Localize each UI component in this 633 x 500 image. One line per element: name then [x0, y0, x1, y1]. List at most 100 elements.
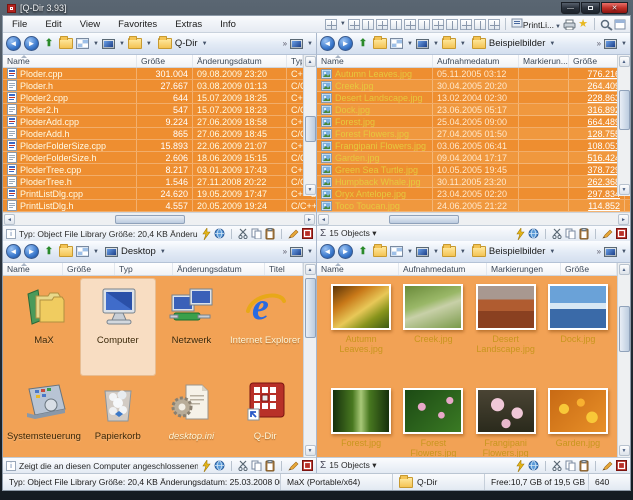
up-icon[interactable]: ⬆: [356, 245, 370, 259]
refresh-globe-icon[interactable]: [528, 460, 539, 471]
network-icon[interactable]: [604, 39, 617, 49]
toolbar-overflow-icon[interactable]: »: [283, 39, 287, 48]
cut-icon[interactable]: [552, 228, 562, 239]
copy-icon[interactable]: [565, 228, 576, 239]
refresh-globe-icon[interactable]: [214, 460, 225, 471]
vertical-scrollbar[interactable]: ▲▼: [617, 263, 630, 457]
column-header-titel[interactable]: Titel: [265, 263, 303, 275]
new-folder-icon[interactable]: [373, 246, 387, 257]
desktop-item-internet-explorer[interactable]: eInternet Explorer: [228, 279, 302, 375]
toolbar-overflow-icon[interactable]: »: [283, 247, 287, 256]
edit-pencil-icon[interactable]: [288, 460, 299, 471]
address-bar-bottom-right[interactable]: Beispielbilder ▼: [469, 245, 558, 258]
thumbnail-list[interactable]: Autumn Leaves.jpgCreek.jpgDesert Landsca…: [317, 276, 630, 457]
network-icon[interactable]: [290, 39, 303, 49]
layout-preset-6-icon[interactable]: [418, 19, 430, 30]
qdir-small-icon[interactable]: [616, 460, 627, 471]
file-row[interactable]: PloderAdd.cpp9.22427.06.2009 18:58C++ So…: [3, 116, 316, 128]
qdir-small-icon[interactable]: [616, 228, 627, 239]
thumbnail-item-autumn[interactable]: Autumn Leaves.jpg: [325, 284, 397, 388]
close-button[interactable]: ✕: [601, 2, 628, 14]
back-icon[interactable]: ◄: [320, 36, 335, 51]
copy-icon[interactable]: [565, 460, 576, 471]
address-bar-top-right[interactable]: Beispielbilder ▼: [469, 37, 558, 50]
desktop-item-q-dir[interactable]: Q-Dir: [228, 375, 302, 457]
file-row[interactable]: Garden.jpg09.04.2004 17:17516.424★: [317, 152, 630, 164]
cut-icon[interactable]: [552, 460, 562, 471]
back-icon[interactable]: ◄: [6, 244, 21, 259]
vertical-scrollbar[interactable]: ▲▼: [303, 55, 316, 196]
thumbnail-item-creek[interactable]: Creek.jpg: [397, 284, 469, 388]
file-row[interactable]: Forest.jpg25.04.2005 09:00664.489★: [317, 116, 630, 128]
layout-preset-5-icon[interactable]: [404, 19, 416, 30]
cut-icon[interactable]: [238, 460, 248, 471]
forward-icon[interactable]: ►: [24, 36, 39, 51]
file-row[interactable]: Creek.jpg30.04.2005 20:20264.409★: [317, 80, 630, 92]
layout-grid-icon[interactable]: [325, 19, 337, 30]
edit-pencil-icon[interactable]: [602, 460, 613, 471]
file-row[interactable]: Oryx Antelope.jpg23.04.2005 02:20297.834…: [317, 188, 630, 200]
file-row[interactable]: Toco Toucan.jpg24.06.2005 21:22114.852★: [317, 200, 630, 212]
horizontal-scrollbar[interactable]: ◄►: [3, 212, 316, 225]
desktop-item-desktop-ini[interactable]: desktop.ini: [155, 375, 229, 457]
new-folder-icon[interactable]: [59, 38, 73, 49]
column-header-name[interactable]: Name: [317, 263, 399, 275]
column-header-gre[interactable]: Größe: [63, 263, 115, 275]
file-row[interactable]: Autumn Leaves.jpg05.11.2005 03:12776.216…: [317, 68, 630, 80]
layout-preset-9-icon[interactable]: [460, 19, 472, 30]
layout-preset-2-icon[interactable]: [362, 19, 374, 30]
column-header-gre[interactable]: Größe: [137, 55, 193, 67]
up-icon[interactable]: ⬆: [42, 37, 56, 51]
network-icon[interactable]: [290, 247, 303, 257]
column-header-name[interactable]: Name: [3, 263, 63, 275]
menu-file[interactable]: File: [3, 17, 36, 32]
computer-dropdown-icon[interactable]: [416, 39, 429, 49]
file-row[interactable]: Ploder2.cpp64415.07.2009 18:25C++ Source: [3, 92, 316, 104]
layout-preset-3-icon[interactable]: [376, 19, 388, 30]
back-icon[interactable]: ◄: [6, 36, 21, 51]
copy-icon[interactable]: [251, 460, 262, 471]
column-header-nderungsdatum[interactable]: Änderungsdatum: [193, 55, 287, 67]
computer-dropdown-icon[interactable]: [102, 39, 115, 49]
menu-info[interactable]: Info: [211, 17, 245, 32]
column-header-name[interactable]: Name: [3, 55, 137, 67]
layout-preset-10-icon[interactable]: [474, 19, 486, 30]
file-row[interactable]: PloderTree.cpp8.21703.01.2009 17:43C++ S…: [3, 164, 316, 176]
printer-icon[interactable]: [563, 19, 575, 30]
thumbnail-item-garden[interactable]: Garden.jpg: [542, 388, 614, 457]
folder-dropdown-icon[interactable]: [442, 246, 456, 257]
column-header-aufnahmedatum[interactable]: Aufnahmedatum: [399, 263, 487, 275]
column-header-gre[interactable]: Größe: [561, 263, 617, 275]
desktop-item-papierkorb[interactable]: Papierkorb: [81, 375, 155, 457]
file-row[interactable]: PrintListDlg.h4.55720.05.2009 19:24C/C++…: [3, 200, 316, 212]
new-folder-icon[interactable]: [59, 246, 73, 257]
layout-preset-4-icon[interactable]: [390, 19, 402, 30]
up-icon[interactable]: ⬆: [356, 37, 370, 51]
print-list-button[interactable]: PrintLi...▼: [511, 17, 561, 31]
paste-icon[interactable]: [265, 460, 275, 472]
address-bar-top-left[interactable]: Q-Dir ▼: [155, 37, 211, 50]
filter-lightning-icon[interactable]: [515, 228, 525, 240]
file-row[interactable]: Ploder.h27.66703.08.2009 01:13C/C++ Head…: [3, 80, 316, 92]
network-icon[interactable]: [604, 247, 617, 257]
file-row[interactable]: Forest Flowers.jpg27.04.2005 01:50128.75…: [317, 128, 630, 140]
menu-favorites[interactable]: Favorites: [109, 17, 166, 32]
object-count[interactable]: 15 Objects ▾: [329, 228, 512, 239]
thumbnail-item-forest[interactable]: Forest.jpg: [325, 388, 397, 457]
window-icon[interactable]: [614, 19, 626, 30]
file-row[interactable]: Frangipani Flowers.jpg03.06.2005 06:4110…: [317, 140, 630, 152]
folder-dropdown-icon[interactable]: [442, 38, 456, 49]
up-icon[interactable]: ⬆: [42, 245, 56, 259]
horizontal-scrollbar[interactable]: ◄►: [317, 212, 630, 225]
desktop-item-systemsteuerung[interactable]: Systemsteuerung: [7, 375, 81, 457]
desktop-item-computer[interactable]: Computer: [81, 279, 155, 375]
layout-preset-7-icon[interactable]: [432, 19, 444, 30]
column-header-markierun[interactable]: Markierun...: [519, 55, 569, 67]
object-count[interactable]: 15 Objects ▾: [329, 460, 512, 471]
file-row[interactable]: Ploder.cpp301.00409.08.2009 23:20C++ Sou…: [3, 68, 316, 80]
column-header-markierungen[interactable]: Markierungen: [487, 263, 561, 275]
minimize-button[interactable]: —: [561, 2, 580, 14]
address-bar-bottom-left[interactable]: Desktop ▼: [102, 245, 169, 258]
refresh-globe-icon[interactable]: [528, 228, 539, 239]
layout-preset-8-icon[interactable]: [446, 19, 458, 30]
